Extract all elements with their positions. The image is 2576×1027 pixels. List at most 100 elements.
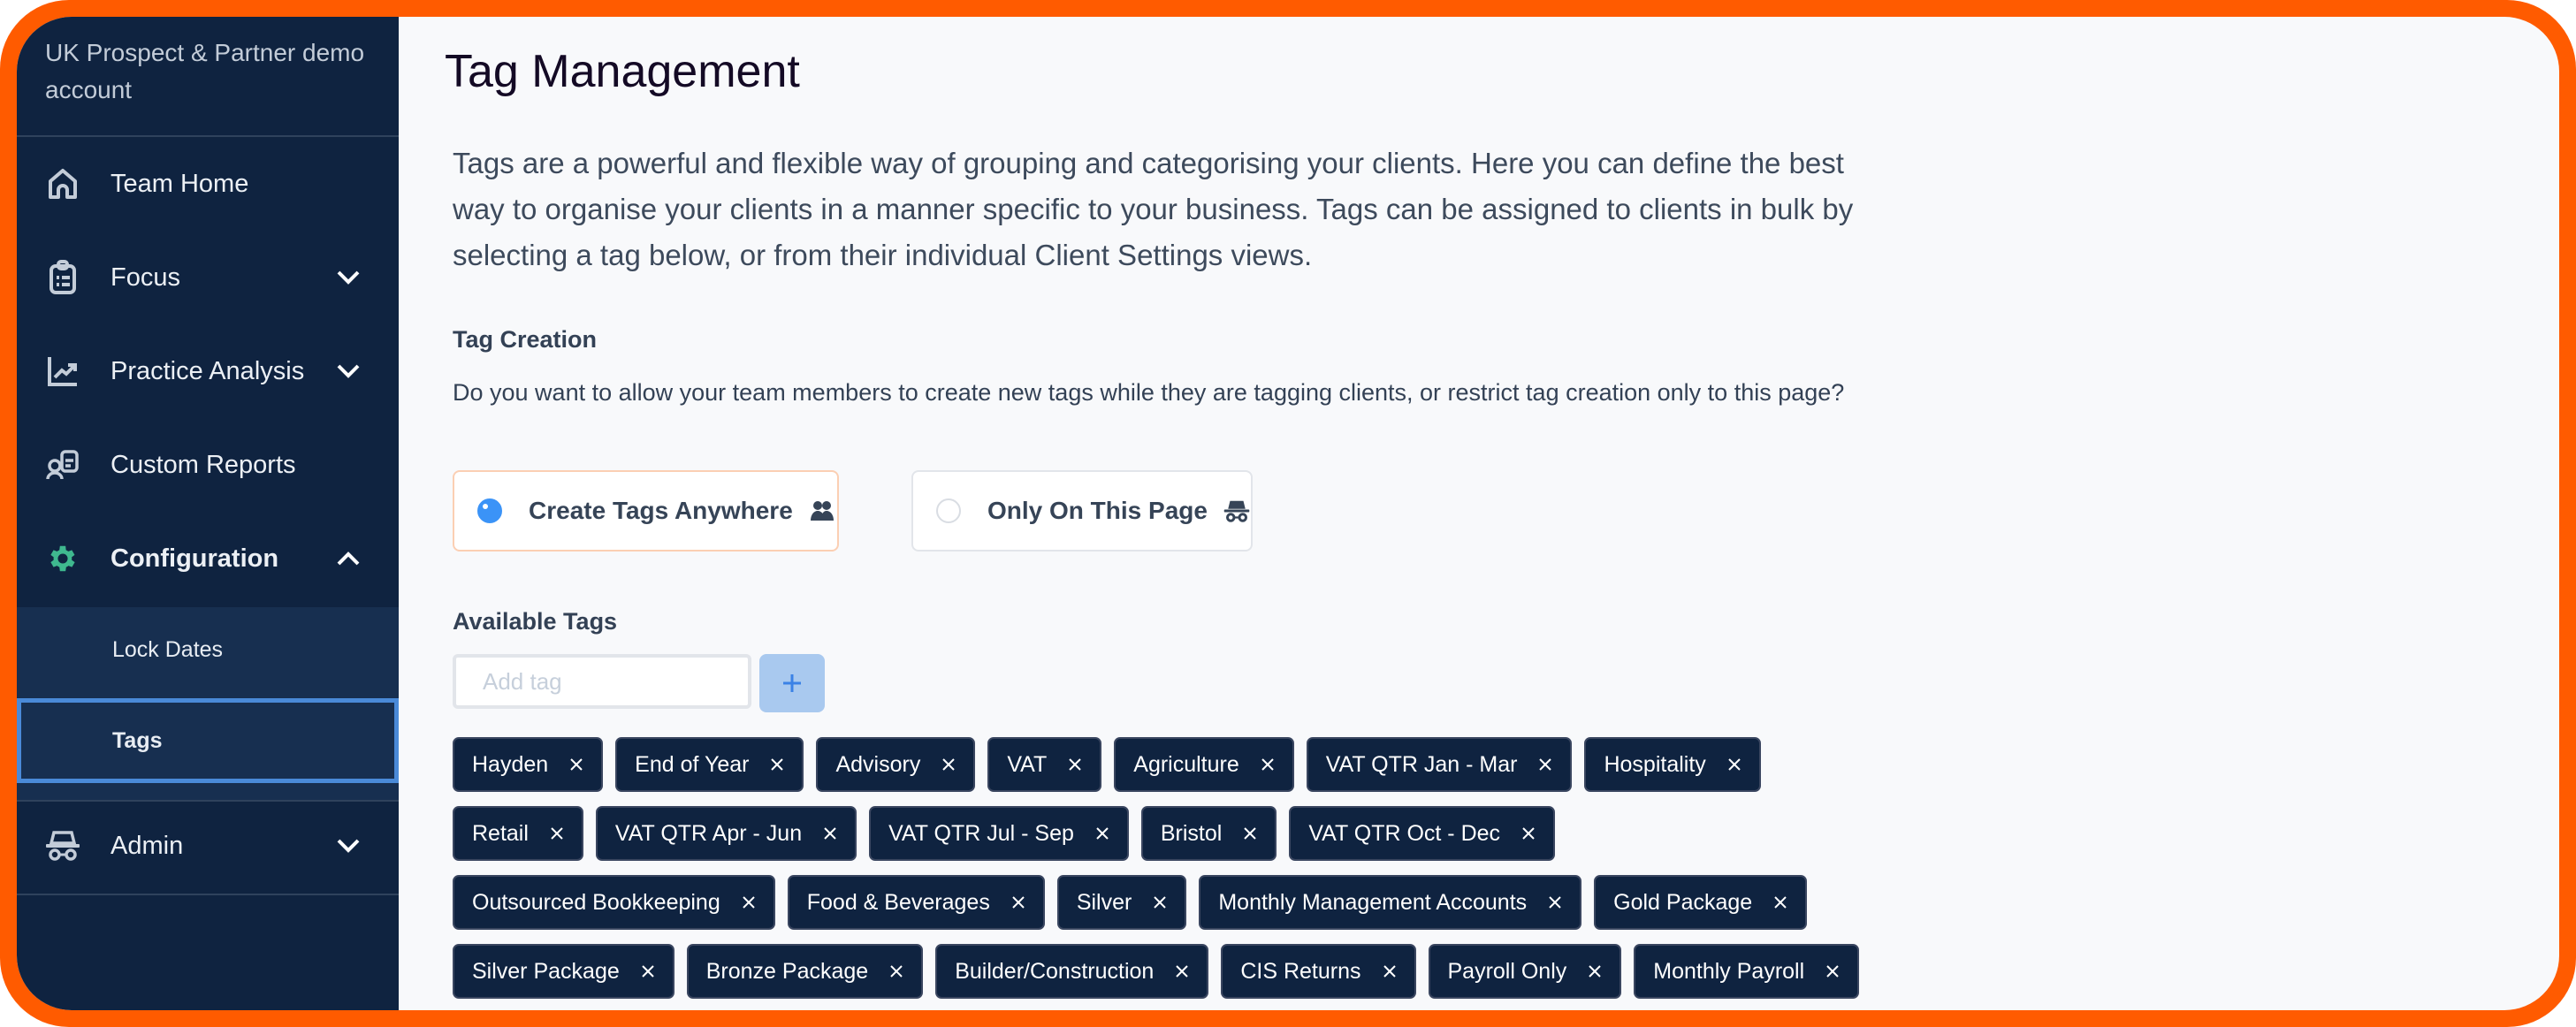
remove-tag-icon[interactable] bbox=[1538, 757, 1552, 772]
tag-chip[interactable]: CIS Returns bbox=[1221, 944, 1416, 999]
app-window: UK Prospect & Partner demo account Team … bbox=[17, 17, 2559, 1010]
tag-label: Hayden bbox=[472, 751, 549, 777]
remove-tag-icon[interactable] bbox=[742, 895, 756, 909]
tag-chip[interactable]: Payroll Only bbox=[1428, 944, 1622, 999]
tag-label: Advisory bbox=[835, 751, 921, 777]
available-tags-heading: Available Tags bbox=[453, 608, 618, 635]
gear-icon bbox=[45, 541, 80, 576]
remove-tag-icon[interactable] bbox=[1727, 757, 1741, 772]
chart-line-icon bbox=[45, 354, 80, 389]
radio-button-checked[interactable] bbox=[477, 498, 502, 523]
remove-tag-icon[interactable] bbox=[641, 964, 655, 978]
tag-chip[interactable]: VAT QTR Jul - Sep bbox=[869, 806, 1129, 861]
remove-tag-icon[interactable] bbox=[1153, 895, 1167, 909]
tag-chip[interactable]: Hospitality bbox=[1584, 737, 1761, 792]
radio-create-tags-anywhere[interactable]: Create Tags Anywhere bbox=[453, 470, 839, 552]
tag-label: Monthly Management Accounts bbox=[1218, 889, 1528, 915]
org-name: UK Prospect & Partner demo account bbox=[45, 39, 365, 103]
sidebar-subitem-label: Tags bbox=[112, 727, 163, 753]
tag-row: Silver Package Bronze Package Builder/Cons… bbox=[453, 944, 1860, 1000]
user-report-icon bbox=[45, 447, 80, 483]
sidebar-item-label: Configuration bbox=[111, 544, 279, 573]
sidebar-subitem-lock-dates[interactable]: Lock Dates bbox=[17, 607, 399, 692]
radio-only-on-this-page[interactable]: Only On This Page bbox=[911, 470, 1253, 552]
tag-chip[interactable]: Builder/Construction bbox=[935, 944, 1209, 999]
tag-chip[interactable]: VAT QTR Oct - Dec bbox=[1289, 806, 1556, 861]
remove-tag-icon[interactable] bbox=[823, 826, 837, 841]
configuration-submenu: Lock Dates Tags bbox=[17, 607, 399, 800]
tag-chip[interactable]: Gold Package bbox=[1594, 875, 1808, 930]
sidebar-item-custom-reports[interactable]: Custom Reports bbox=[17, 421, 399, 509]
chevron-down-icon[interactable] bbox=[335, 264, 362, 291]
remove-tag-icon[interactable] bbox=[1521, 826, 1536, 841]
sidebar: UK Prospect & Partner demo account Team … bbox=[17, 17, 399, 1010]
tag-chip[interactable]: Monthly Payroll bbox=[1634, 944, 1860, 999]
users-icon bbox=[809, 498, 835, 524]
remove-tag-icon[interactable] bbox=[1383, 964, 1397, 978]
remove-tag-icon[interactable] bbox=[1243, 826, 1257, 841]
tag-label: Agriculture bbox=[1133, 751, 1239, 777]
clipboard-list-icon bbox=[45, 260, 80, 295]
tag-chip[interactable]: Bronze Package bbox=[686, 944, 924, 999]
remove-tag-icon[interactable] bbox=[1588, 964, 1602, 978]
remove-tag-icon[interactable] bbox=[1011, 895, 1025, 909]
tag-chip[interactable]: VAT QTR Apr - Jun bbox=[595, 806, 857, 861]
tag-label: CIS Returns bbox=[1240, 958, 1361, 984]
sidebar-item-team-home[interactable]: Team Home bbox=[17, 140, 399, 228]
remove-tag-icon[interactable] bbox=[1548, 895, 1562, 909]
tag-chip[interactable]: Retail bbox=[453, 806, 583, 861]
tag-label: Hospitality bbox=[1604, 751, 1706, 777]
tag-label: Bristol bbox=[1160, 820, 1223, 846]
tag-chip[interactable]: Hayden bbox=[453, 737, 604, 792]
tag-label: Bronze Package bbox=[705, 958, 869, 984]
remove-tag-icon[interactable] bbox=[569, 757, 583, 772]
tag-label: VAT QTR Jan - Mar bbox=[1325, 751, 1518, 777]
tag-list: Hayden End of Year Advisory VAT Agriculture V… bbox=[453, 737, 1860, 1010]
radio-label: Only On This Page bbox=[987, 497, 1208, 524]
chevron-down-icon[interactable] bbox=[335, 358, 362, 384]
radio-button-unchecked[interactable] bbox=[936, 498, 961, 523]
remove-tag-icon[interactable] bbox=[770, 757, 784, 772]
remove-tag-icon[interactable] bbox=[1825, 964, 1840, 978]
remove-tag-icon[interactable] bbox=[1175, 964, 1189, 978]
main-content: Tag Management Tags are a powerful and f… bbox=[399, 17, 2559, 1010]
remove-tag-icon[interactable] bbox=[1068, 757, 1082, 772]
sidebar-divider bbox=[17, 135, 399, 137]
plus-icon bbox=[783, 674, 801, 692]
remove-tag-icon[interactable] bbox=[550, 826, 564, 841]
tag-chip[interactable]: Outsourced Bookkeeping bbox=[453, 875, 775, 930]
remove-tag-icon[interactable] bbox=[941, 757, 956, 772]
tag-chip[interactable]: VAT bbox=[987, 737, 1102, 792]
tag-chip[interactable]: Bristol bbox=[1140, 806, 1277, 861]
remove-tag-icon[interactable] bbox=[1095, 826, 1109, 841]
sidebar-item-label: Custom Reports bbox=[111, 450, 296, 479]
tag-chip[interactable]: Silver Package bbox=[453, 944, 674, 999]
sidebar-item-label: Admin bbox=[111, 831, 184, 860]
tag-label: Builder/Construction bbox=[955, 958, 1155, 984]
remove-tag-icon[interactable] bbox=[1773, 895, 1787, 909]
sidebar-item-configuration[interactable]: Configuration bbox=[17, 514, 399, 603]
tag-chip[interactable]: End of Year bbox=[615, 737, 804, 792]
tag-chip[interactable]: Silver bbox=[1056, 875, 1187, 930]
tag-chip[interactable]: VAT QTR Jan - Mar bbox=[1306, 737, 1573, 792]
sidebar-item-practice-analysis[interactable]: Practice Analysis bbox=[17, 327, 399, 415]
sidebar-subitem-tags[interactable]: Tags bbox=[17, 698, 399, 783]
tag-chip[interactable]: Food & Beverages bbox=[787, 875, 1045, 930]
chevron-up-icon[interactable] bbox=[335, 545, 362, 572]
sidebar-divider bbox=[17, 894, 399, 895]
add-tag-button[interactable] bbox=[759, 654, 825, 712]
tag-creation-question: Do you want to allow your team members t… bbox=[453, 379, 1845, 406]
tag-row: Outsourced Bookkeeping Food & Beverages Si… bbox=[453, 875, 1808, 932]
add-tag-input[interactable] bbox=[453, 654, 751, 709]
chevron-down-icon[interactable] bbox=[335, 833, 362, 859]
remove-tag-icon[interactable] bbox=[889, 964, 903, 978]
tag-label: Outsourced Bookkeeping bbox=[472, 889, 720, 915]
tag-chip[interactable]: Monthly Management Accounts bbox=[1199, 875, 1582, 930]
sidebar-item-admin[interactable]: Admin bbox=[17, 802, 399, 890]
tag-chip[interactable]: Agriculture bbox=[1114, 737, 1294, 792]
remove-tag-icon[interactable] bbox=[1261, 757, 1275, 772]
home-icon bbox=[45, 166, 80, 202]
sidebar-item-focus[interactable]: Focus bbox=[17, 233, 399, 322]
tag-chip[interactable]: Advisory bbox=[816, 737, 976, 792]
radio-label: Create Tags Anywhere bbox=[529, 497, 793, 524]
